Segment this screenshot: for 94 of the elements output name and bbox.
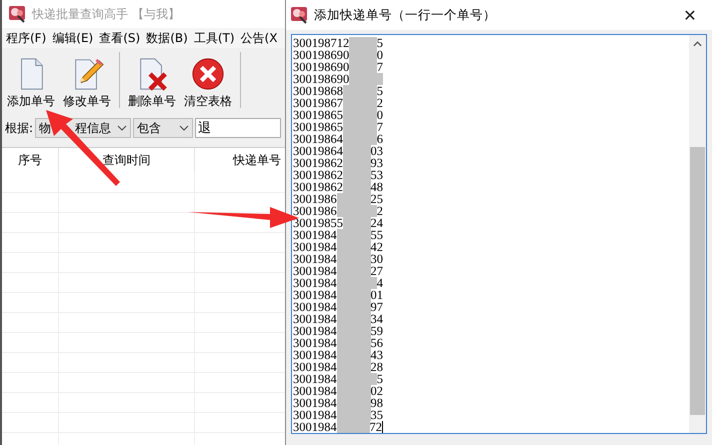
tracking-number: 2 <box>376 97 383 109</box>
tracking-number: 30019864 <box>293 133 343 145</box>
tracking-number: 5 <box>376 37 383 49</box>
menu-item[interactable]: 公告(X <box>240 30 278 46</box>
chevron-down-icon <box>179 125 190 131</box>
toolbar-button[interactable]: 修改单号 <box>60 50 114 110</box>
tracking-number: 30019862 <box>293 181 343 193</box>
tracking-number: 24 <box>370 217 383 229</box>
tracking-number: 3001984 <box>293 265 337 277</box>
tracking-number: 300198690 <box>293 73 350 85</box>
tracking-number: 30 <box>370 253 383 265</box>
tracking-number: 98 <box>370 397 383 409</box>
tracking-number: 3001984 <box>293 229 337 241</box>
tracking-number: 300198690 <box>293 49 350 61</box>
tracking-number: 30019865 <box>293 109 343 121</box>
menu-item[interactable]: 查看(S) <box>99 30 140 46</box>
tracking-number: 3001984 <box>293 361 337 373</box>
tracking-number: 0 <box>376 109 383 121</box>
toolbar-button[interactable]: 删除单号 <box>125 50 179 110</box>
tracking-number: 5 <box>376 85 383 97</box>
tracking-number: 300198712 <box>293 37 350 49</box>
tracking-number: 30019865 <box>293 121 343 133</box>
menu-item[interactable]: 工具(T) <box>194 30 235 46</box>
tracking-number: 55 <box>370 229 383 241</box>
tracking-number: 72 <box>370 421 382 433</box>
tracking-number: 42 <box>370 241 383 253</box>
tracking-number: 03 <box>370 145 383 157</box>
menu-item[interactable]: 数据(B) <box>146 30 188 46</box>
tracking-number: 7 <box>376 61 383 73</box>
tracking-number: 3001984 <box>293 301 337 313</box>
tracking-number: 30019868 <box>293 85 343 97</box>
tracking-number: 30019862 <box>293 157 343 169</box>
tracking-number: 30019862 <box>293 169 343 181</box>
tracking-number: 25 <box>370 193 383 205</box>
tracking-number: 3001984 <box>293 385 337 397</box>
tracking-number: 300198690 <box>293 61 350 73</box>
tracking-number: 28 <box>370 361 383 373</box>
tracking-number: 48 <box>370 181 383 193</box>
search-field[interactable]: 退 <box>195 118 282 138</box>
tracking-number: 3001984 <box>293 373 337 385</box>
filter-label: 根据: <box>5 120 34 136</box>
window-title: 快递批量查询高手 【与我】 <box>32 6 180 22</box>
tracking-number: 97 <box>370 301 383 313</box>
tracking-number: 02 <box>370 385 383 397</box>
tracking-number: 3001984 <box>293 277 337 289</box>
menu-item[interactable]: 程序(F) <box>6 30 46 46</box>
tracking-number: 01 <box>370 289 383 301</box>
redaction-mark <box>336 421 370 433</box>
tracking-number: 3001984 <box>293 337 337 349</box>
column-header: 序号 <box>18 152 42 169</box>
tracking-number: 3001984 <box>293 313 337 325</box>
tracking-number: 6 <box>376 133 383 145</box>
tracking-number: 3001984 <box>293 325 337 337</box>
toolbar-button[interactable]: 清空表格 <box>181 50 235 110</box>
tracking-number: 3001984 <box>293 421 337 433</box>
tracking-number: 30019855 <box>293 217 343 229</box>
tracking-number: 3001984 <box>293 397 337 409</box>
tracking-number: 30019864 <box>293 145 343 157</box>
tracking-number: 0 <box>376 49 383 61</box>
tracking-number: 3001984 <box>293 253 337 265</box>
tracking-number: 4 <box>376 277 383 289</box>
tracking-number: 35 <box>370 409 383 421</box>
tracking-number: 3001984 <box>293 349 337 361</box>
tracking-number: 3001986 <box>293 205 337 217</box>
scrollbar[interactable] <box>689 35 706 433</box>
cancel-icon <box>191 57 225 91</box>
dialog-title: 添加快递单号（一行一个单号） <box>314 6 497 24</box>
tracking-number: 30019867 <box>293 97 343 109</box>
tracking-number: 2 <box>376 205 383 217</box>
app-icon <box>290 6 308 24</box>
redaction-mark <box>349 37 377 49</box>
tracking-number: 93 <box>370 157 383 169</box>
tracking-number: 5 <box>376 373 383 385</box>
column-header: 查询时间 <box>102 152 150 169</box>
tracking-number: 3001984 <box>293 289 337 301</box>
tracking-number: 7 <box>376 121 383 133</box>
app-icon <box>8 5 26 23</box>
text-area[interactable] <box>291 34 707 434</box>
tracking-number: 27 <box>370 265 383 277</box>
scroll-up-icon <box>693 41 702 47</box>
tracking-number: 3001986 <box>293 193 337 205</box>
tracking-number: 43 <box>370 349 383 361</box>
tracking-number: 3001984 <box>293 409 337 421</box>
tracking-number: 3001984 <box>293 241 337 253</box>
tracking-number: 34 <box>370 313 383 325</box>
column-header: 快递单号 <box>233 152 281 169</box>
match-dropdown[interactable]: 包含 <box>133 118 194 138</box>
menu-item[interactable]: 编辑(E) <box>52 30 94 46</box>
close-button[interactable]: ✕ <box>668 0 712 30</box>
tracking-number: 53 <box>370 169 383 181</box>
tracking-number: 56 <box>370 337 383 349</box>
tracking-number: 59 <box>370 325 383 337</box>
chevron-down-icon <box>117 125 128 131</box>
toolbar-button[interactable]: 添加单号 <box>4 50 58 110</box>
